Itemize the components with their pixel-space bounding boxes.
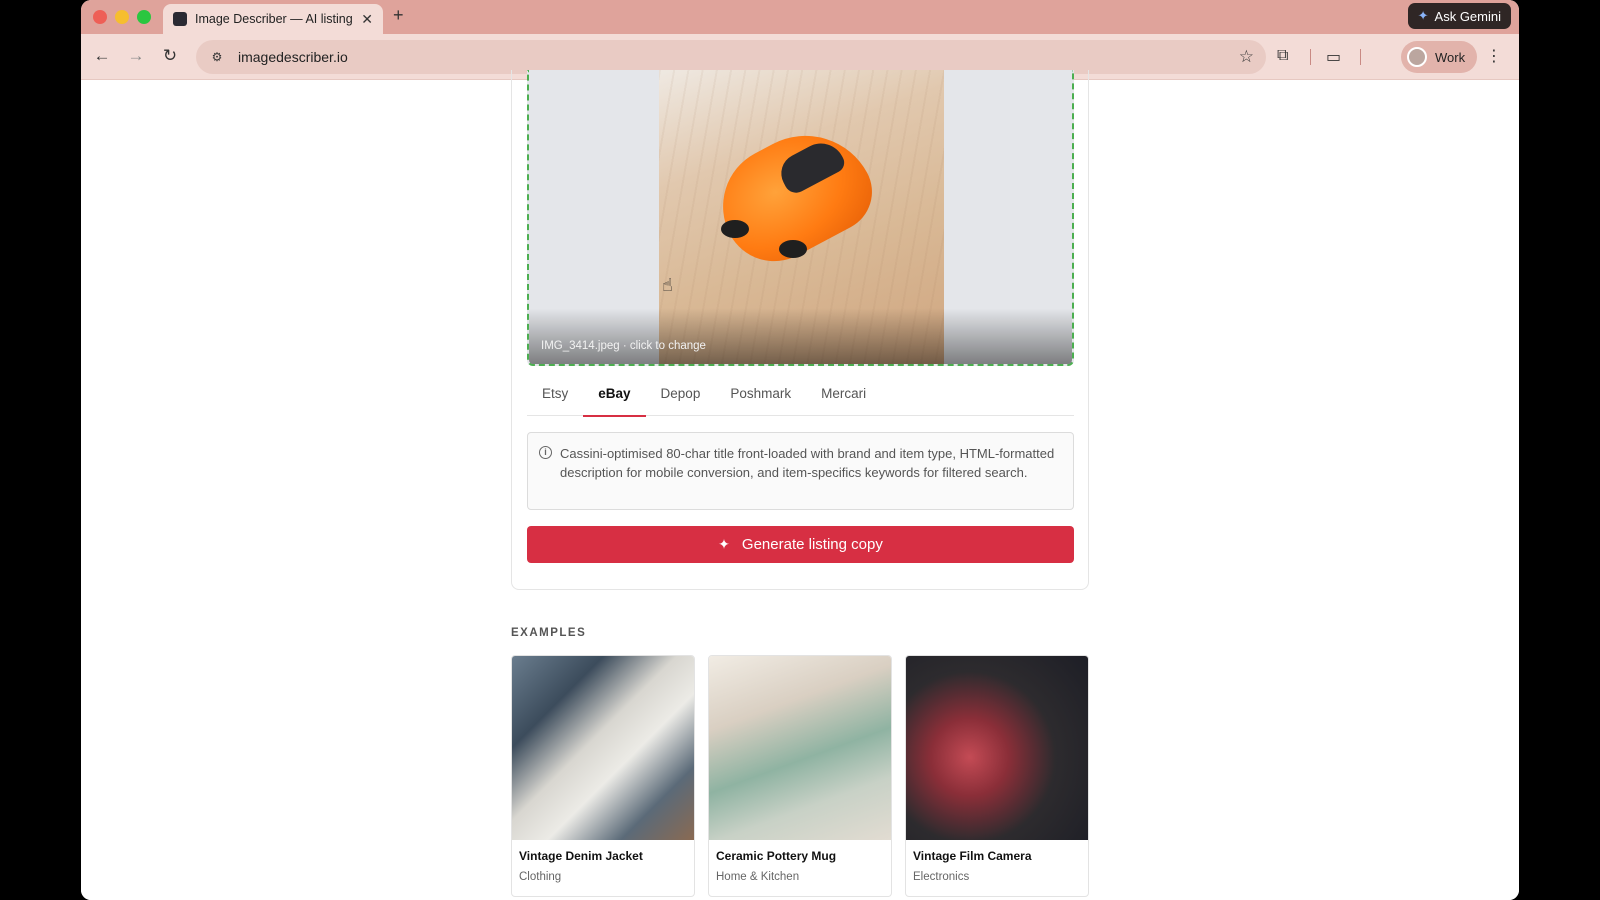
gemini-sparkle-icon: ✦ — [1417, 8, 1429, 23]
tab-ebay[interactable]: eBay — [583, 382, 646, 417]
example-card-film-camera[interactable]: Vintage Film Camera Electronics — [905, 655, 1089, 897]
listing-card: IMG_3414.jpeg · click to change ☝ Etsy e… — [511, 70, 1089, 590]
back-arrow-icon[interactable]: ← — [91, 46, 113, 66]
generate-label: Generate listing copy — [741, 536, 883, 553]
example-category: Clothing — [519, 871, 562, 883]
maximize-window-button[interactable] — [137, 10, 151, 24]
example-image — [512, 656, 694, 840]
browser-tab[interactable]: Image Describer — AI listing c ✕ — [163, 4, 383, 34]
close-tab-icon[interactable]: ✕ — [361, 11, 373, 28]
toolbar-separator — [1360, 49, 1361, 65]
minimize-window-button[interactable] — [115, 10, 129, 24]
close-window-button[interactable] — [93, 10, 107, 24]
example-card-denim-jacket[interactable]: Vintage Denim Jacket Clothing — [511, 655, 695, 897]
avatar — [1407, 47, 1427, 67]
platform-info-box: i Cassini-optimised 80-char title front-… — [527, 432, 1074, 510]
tab-title: Image Describer — AI listing c — [195, 12, 356, 26]
example-name: Vintage Denim Jacket — [519, 849, 643, 863]
platform-tabs: Etsy eBay Depop Poshmark Mercari — [527, 382, 1074, 417]
ask-gemini-button[interactable]: ✦ Ask Gemini — [1407, 3, 1511, 29]
forward-arrow-icon[interactable]: → — [125, 46, 147, 66]
example-image — [709, 656, 891, 840]
image-upload-dropzone[interactable]: IMG_3414.jpeg · click to change ☝ — [527, 70, 1074, 366]
page-content: IMG_3414.jpeg · click to change ☝ Etsy e… — [81, 70, 1519, 900]
reading-mode-icon[interactable]: ▭ — [1326, 47, 1341, 67]
tab-depop[interactable]: Depop — [646, 382, 716, 416]
platform-info-text: Cassini-optimised 80-char title front-lo… — [560, 446, 1055, 480]
site-favicon-icon — [173, 12, 187, 26]
url-text: imagedescriber.io — [238, 49, 348, 65]
sparkle-icon: ✦ — [718, 536, 730, 552]
site-settings-icon[interactable]: ⚙ — [208, 48, 226, 66]
toolbar-separator — [1310, 49, 1311, 65]
new-tab-icon[interactable]: + — [393, 5, 404, 26]
example-name: Ceramic Pottery Mug — [716, 849, 837, 863]
toy-car-wheel — [779, 240, 807, 258]
toy-car-wheel — [721, 220, 749, 238]
example-category: Home & Kitchen — [716, 871, 800, 883]
reload-icon[interactable]: ↻ — [159, 46, 181, 66]
example-category: Electronics — [913, 871, 970, 883]
browser-window: Image Describer — AI listing c ✕ + ✦ Ask… — [81, 0, 1519, 900]
profile-button[interactable]: Work — [1401, 41, 1477, 73]
example-card-pottery-mug[interactable]: Ceramic Pottery Mug Home & Kitchen — [708, 655, 892, 897]
generate-listing-button[interactable]: ✦ Generate listing copy — [527, 526, 1074, 563]
address-bar[interactable]: ⚙ imagedescriber.io ☆ — [196, 40, 1266, 74]
example-image — [906, 656, 1088, 840]
extensions-puzzle-icon[interactable]: ⧉ — [1277, 47, 1288, 65]
examples-heading: EXAMPLES — [511, 627, 587, 639]
more-menu-icon[interactable]: ⋮ — [1486, 46, 1502, 66]
bookmark-star-icon[interactable]: ☆ — [1239, 47, 1254, 67]
hand-pointer-icon: ☝ — [662, 275, 673, 295]
tab-etsy[interactable]: Etsy — [527, 382, 583, 416]
tab-strip: Image Describer — AI listing c ✕ + ✦ Ask… — [81, 0, 1519, 34]
ask-gemini-label: Ask Gemini — [1434, 8, 1501, 24]
example-name: Vintage Film Camera — [913, 849, 1032, 863]
tab-mercari[interactable]: Mercari — [806, 382, 881, 416]
info-icon: i — [539, 446, 552, 459]
filename-caption: IMG_3414.jpeg · click to change — [541, 340, 706, 352]
profile-label: Work — [1435, 49, 1466, 65]
tab-poshmark[interactable]: Poshmark — [715, 382, 806, 416]
caption-overlay — [529, 308, 1072, 364]
